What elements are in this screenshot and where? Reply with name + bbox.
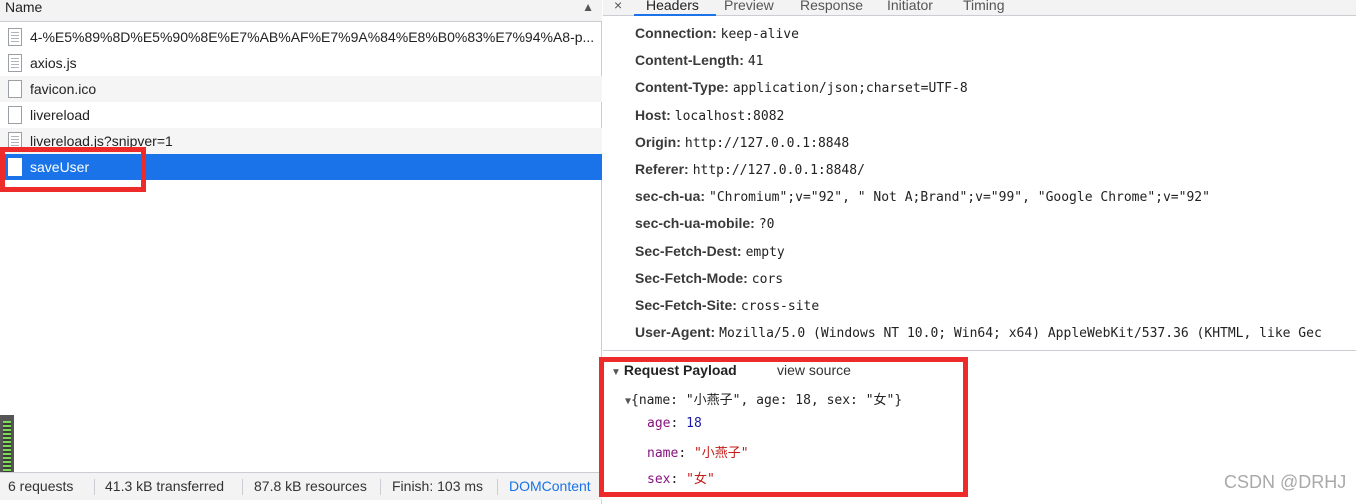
section-divider (603, 350, 1356, 351)
header-key: Sec-Fetch-Mode: (635, 269, 748, 286)
header-value: keep-alive (720, 27, 799, 42)
request-details-pane: × Headers Preview Response Initiator Tim… (599, 0, 1356, 504)
request-row[interactable]: favicon.ico (0, 76, 602, 102)
header-key: User-Agent: (635, 324, 716, 341)
header-row: Referer: http://127.0.0.1:8848/ (635, 156, 1355, 183)
header-key: Origin: (635, 133, 681, 150)
request-row[interactable]: axios.js (0, 50, 602, 76)
header-row: Host: localhost:8082 (635, 102, 1355, 129)
header-row: Origin: http://127.0.0.1:8848 (635, 129, 1355, 156)
annotation-highlight-box (599, 357, 968, 497)
document-icon (8, 80, 22, 98)
header-key: Sec-Fetch-Site: (635, 296, 737, 313)
request-count: 6 requests (8, 478, 74, 494)
header-row: sec-ch-ua-mobile: ?0 (635, 210, 1355, 237)
request-row[interactable]: 4-%E5%89%8D%E5%90%8E%E7%AB%AF%E7%9A%84%E… (0, 24, 602, 50)
header-value: empty (745, 244, 785, 260)
request-name: 4-%E5%89%8D%E5%90%8E%E7%AB%AF%E7%9A%84%E… (30, 29, 595, 45)
header-value: application/json;charset=UTF-8 (732, 81, 968, 97)
header-key: Content-Type: (635, 79, 729, 96)
close-icon[interactable]: × (614, 0, 622, 13)
tab-headers[interactable]: Headers (646, 0, 699, 13)
header-row: Connection: keep-alive (635, 20, 1355, 47)
header-key: Content-Length: (635, 52, 744, 69)
request-name: axios.js (30, 55, 77, 71)
resources-size: 87.8 kB resources (254, 478, 367, 494)
header-value: "Chromium";v="92", " Not A;Brand";v="99"… (709, 190, 1210, 206)
transferred-size: 41.3 kB transferred (105, 478, 225, 494)
finish-time: Finish: 103 ms (392, 478, 484, 494)
detail-tabs: × Headers Preview Response Initiator Tim… (603, 0, 1356, 16)
header-value: http://127.0.0.1:8848 (684, 135, 850, 151)
header-key: sec-ch-ua-mobile: (635, 215, 755, 232)
tab-timing[interactable]: Timing (963, 0, 1005, 13)
header-value: cors (751, 271, 784, 287)
header-value: cross-site (740, 298, 820, 314)
name-column-label: Name (5, 0, 43, 15)
header-row: Sec-Fetch-Mode: cors (635, 265, 1355, 292)
header-value: http://127.0.0.1:8848/ (692, 162, 865, 178)
header-value: Mozilla/5.0 (Windows NT 10.0; Win64; x64… (719, 326, 1322, 342)
tab-initiator[interactable]: Initiator (887, 0, 933, 13)
header-row: Sec-Fetch-Dest: empty (635, 238, 1355, 265)
header-key: Connection: (635, 25, 717, 41)
header-value: ?0 (758, 217, 775, 233)
request-name: livereload (30, 107, 90, 123)
header-key: Host: (635, 106, 671, 123)
request-list-pane: Name ▲ 4-%E5%89%8D%E5%90%8E%E7%AB%AF%E7%… (0, 0, 602, 504)
request-row[interactable]: livereload (0, 102, 602, 128)
domcontentloaded-time[interactable]: DOMContent (509, 473, 591, 499)
request-headers-list: Connection: keep-alive Content-Length: 41 … (635, 20, 1355, 346)
request-name: favicon.ico (30, 81, 97, 97)
header-row: Sec-Fetch-Site: cross-site (635, 292, 1355, 319)
watermark: CSDN @DRHJ (1224, 472, 1347, 492)
header-value: 41 (747, 54, 764, 70)
header-row: Content-Length: 41 (635, 47, 1355, 74)
sort-ascending-icon[interactable]: ▲ (582, 0, 594, 14)
header-row: User-Agent: Mozilla/5.0 (Windows NT 10.0;… (635, 319, 1355, 346)
active-tab-indicator (634, 14, 716, 16)
document-icon (8, 106, 22, 124)
header-row: Content-Type: application/json;charset=UT… (635, 74, 1355, 101)
header-key: sec-ch-ua: (635, 188, 706, 205)
network-summary-bar: 6 requests 41.3 kB transferred 87.8 kB r… (0, 472, 602, 500)
header-key: Sec-Fetch-Dest: (635, 242, 742, 259)
header-key: Referer: (635, 160, 689, 177)
document-icon (8, 54, 22, 72)
name-column-header[interactable]: Name ▲ (0, 0, 602, 22)
document-icon (8, 28, 22, 46)
tab-preview[interactable]: Preview (724, 0, 774, 13)
annotation-highlight-box (0, 147, 146, 192)
header-row: sec-ch-ua: "Chromium";v="92", " Not A;Bra… (635, 183, 1355, 210)
header-value: localhost:8082 (674, 108, 785, 124)
tab-response[interactable]: Response (800, 0, 863, 13)
